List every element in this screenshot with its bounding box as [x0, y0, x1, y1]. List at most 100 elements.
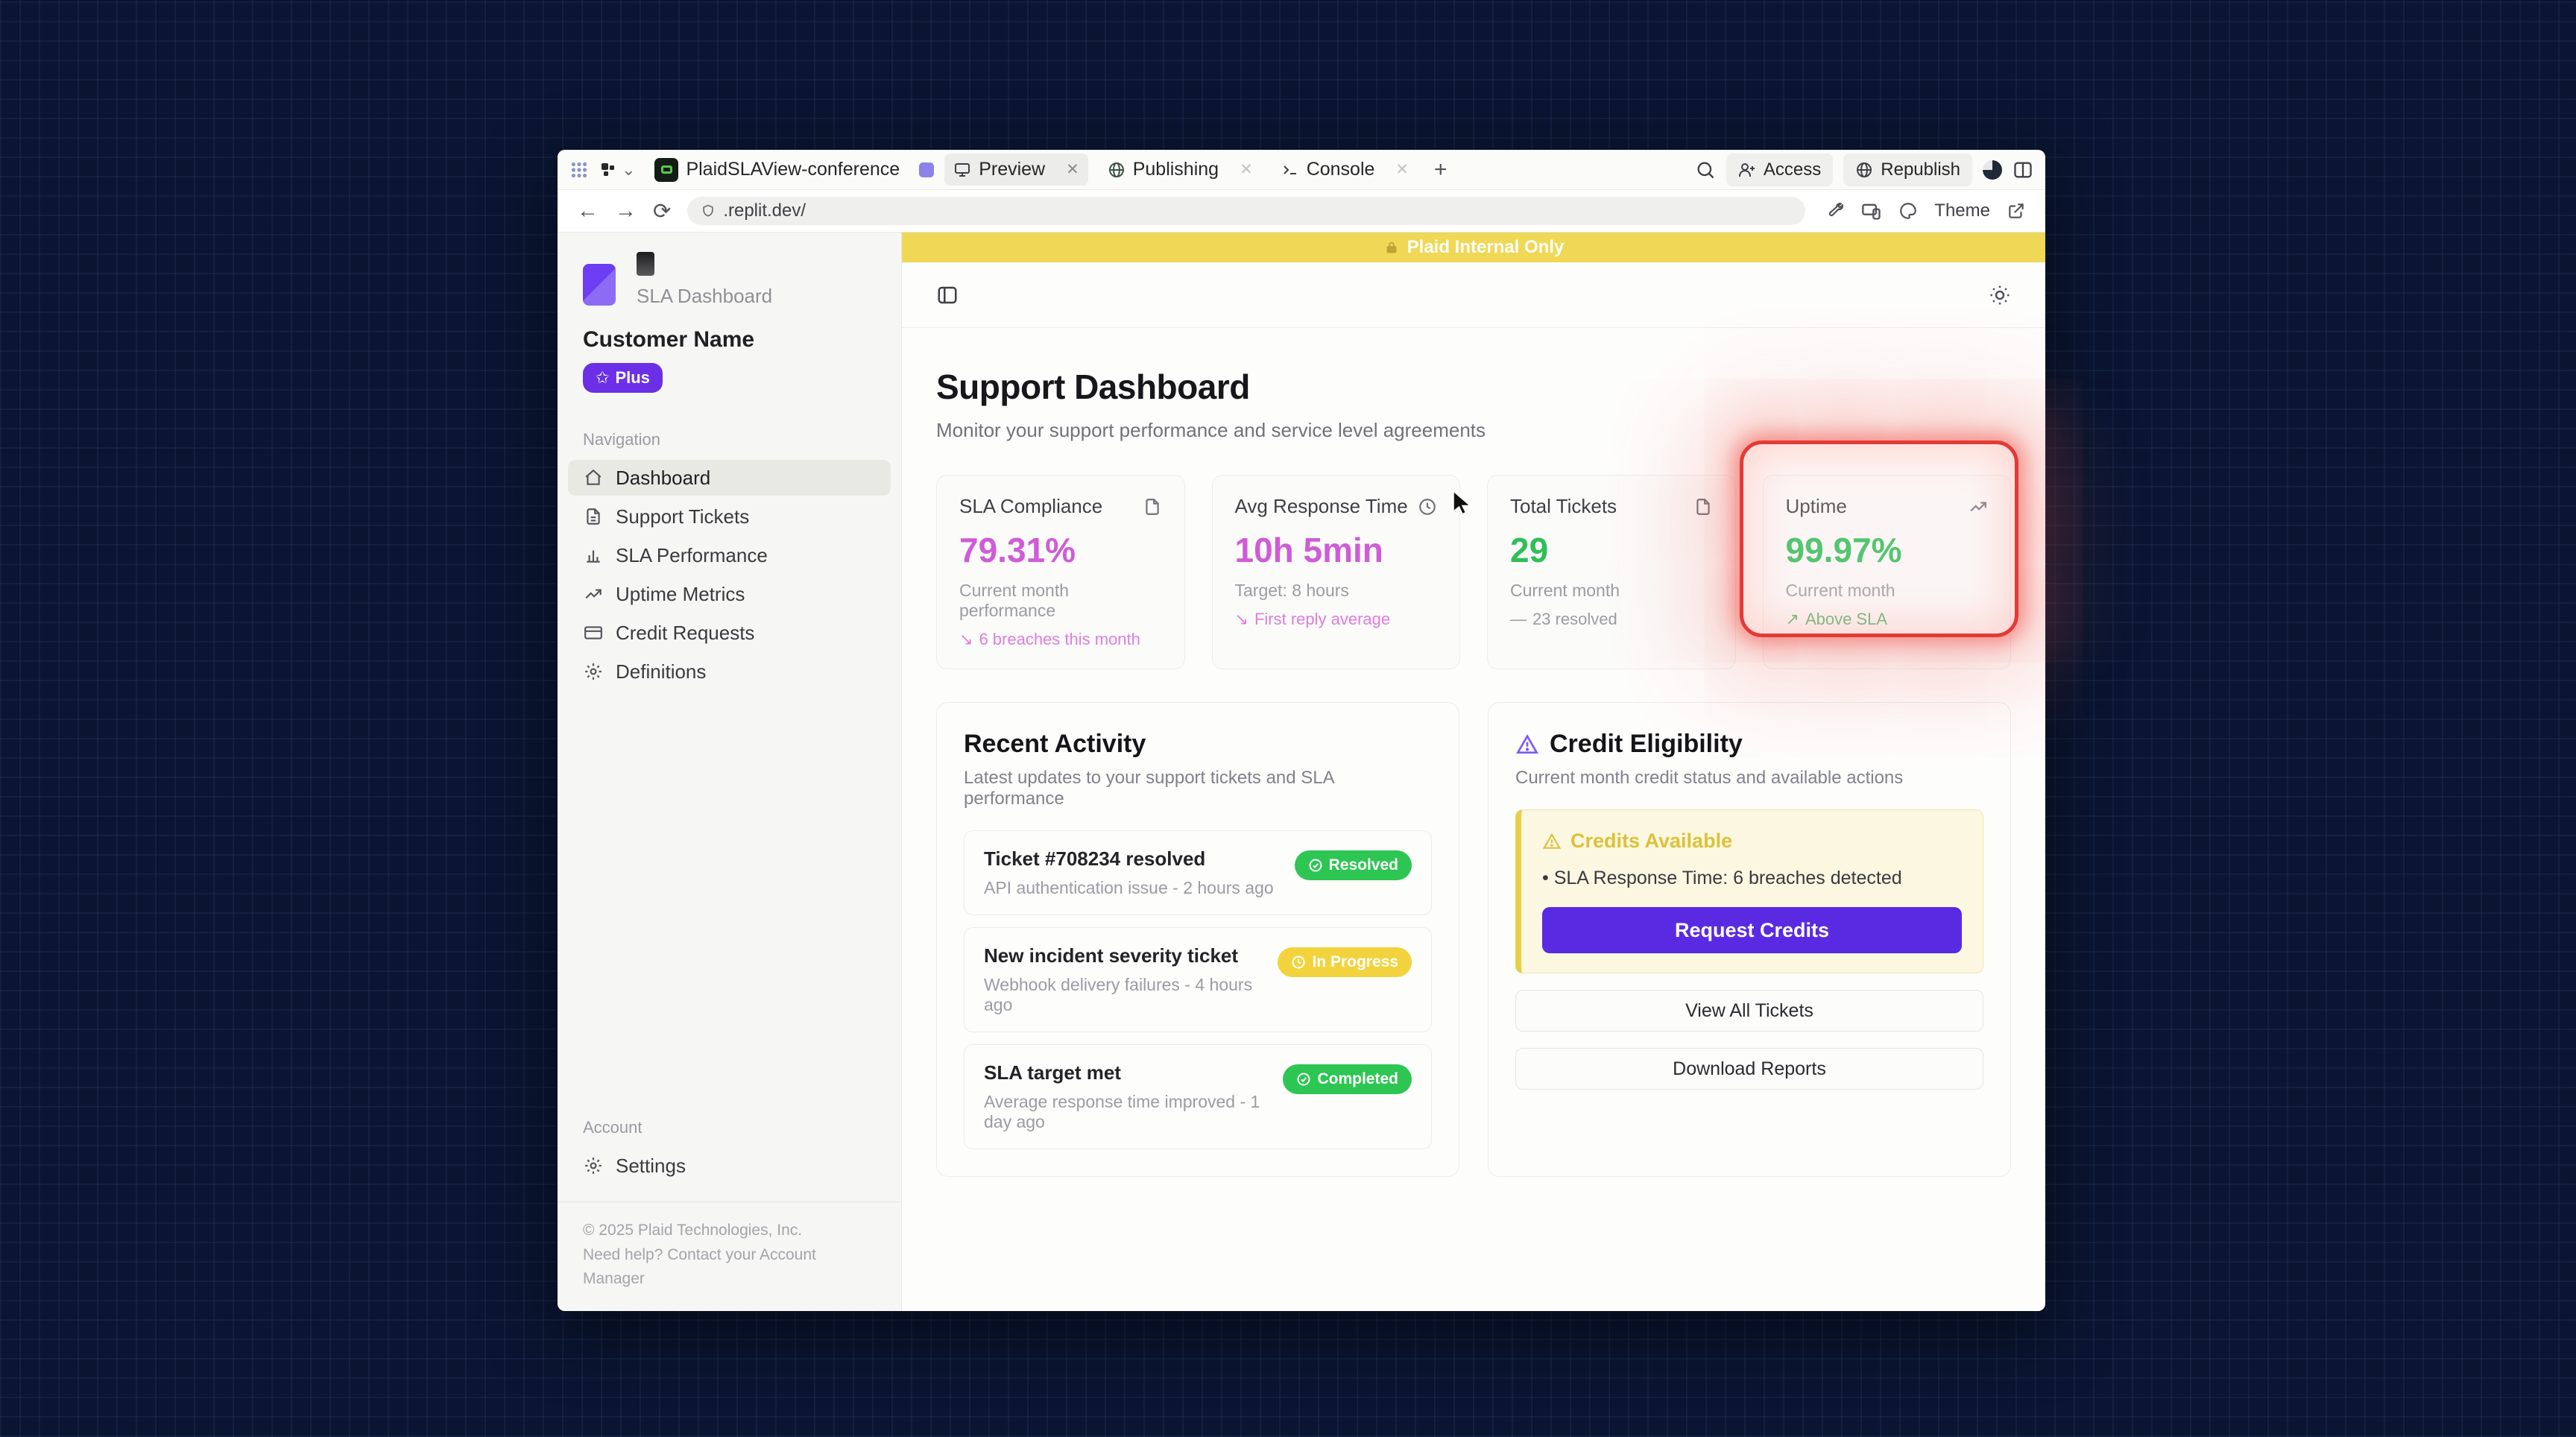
- sidebar-item-label: Uptime Metrics: [616, 583, 745, 606]
- sun-icon[interactable]: [1989, 284, 2011, 306]
- sidebar-item-label: Definitions: [616, 660, 706, 683]
- recent-activity-title: Recent Activity: [964, 730, 1432, 759]
- tab-preview-label: Preview: [979, 159, 1045, 180]
- close-icon[interactable]: ✕: [1066, 160, 1079, 179]
- stat-title: Uptime: [1786, 495, 1847, 518]
- terminal-icon: [1281, 161, 1299, 179]
- app-logo: [583, 264, 616, 306]
- replit-menu-icon[interactable]: [569, 160, 589, 180]
- search-icon[interactable]: [1695, 160, 1716, 180]
- brand-block: SLA Dashboard: [558, 252, 901, 308]
- split-panel-icon[interactable]: [2012, 160, 2033, 180]
- open-external-icon[interactable]: [2007, 201, 2026, 221]
- credit-card-icon: [584, 623, 603, 642]
- view-all-tickets-button[interactable]: View All Tickets: [1515, 990, 1983, 1032]
- forward-icon[interactable]: →: [615, 199, 637, 224]
- status-badge-label: Resolved: [1329, 856, 1398, 874]
- banner-text: Plaid Internal Only: [1407, 237, 1565, 258]
- tab-publishing-label: Publishing: [1133, 159, 1219, 180]
- trend-down-icon: ↘: [1235, 610, 1248, 629]
- access-button[interactable]: Access: [1726, 154, 1833, 186]
- tab-console[interactable]: Console ✕: [1272, 154, 1418, 186]
- sidebar-item-label: SLA Performance: [616, 544, 768, 567]
- workspace-switcher-icon[interactable]: ⌄: [599, 160, 635, 180]
- reload-icon[interactable]: ⟳: [653, 198, 671, 224]
- sidebar-item-definitions[interactable]: Definitions: [568, 654, 891, 689]
- new-tab-icon[interactable]: +: [1428, 157, 1453, 183]
- status-badge-label: Completed: [1317, 1070, 1398, 1088]
- devices-icon[interactable]: [1861, 200, 1882, 221]
- theme-label[interactable]: Theme: [1934, 200, 1990, 221]
- stat-subtext: Current month: [1786, 581, 1989, 601]
- recent-activity-panel: Recent Activity Latest updates to your s…: [936, 702, 1459, 1177]
- sidebar-item-sla-performance[interactable]: SLA Performance: [568, 537, 891, 573]
- activity-desc: Webhook delivery failures - 4 hours ago: [984, 975, 1278, 1015]
- stat-value: 99.97%: [1786, 530, 1989, 570]
- tab-preview[interactable]: Preview ✕: [944, 154, 1088, 186]
- tab-publishing[interactable]: Publishing ✕: [1099, 154, 1262, 186]
- account-section-label: Account: [558, 1118, 901, 1137]
- stat-cards-row: SLA Compliance 79.31% Current month perf…: [936, 475, 2011, 669]
- stat-trend-text: First reply average: [1254, 610, 1390, 629]
- close-icon[interactable]: ✕: [1240, 160, 1253, 179]
- stat-card-avg-response: Avg Response Time 10h 5min Target: 8 hou…: [1212, 475, 1461, 669]
- plan-badge-label: Plus: [615, 368, 649, 388]
- home-icon: [584, 468, 603, 487]
- page-title: Support Dashboard: [936, 367, 2011, 407]
- globe-icon: [1108, 161, 1126, 179]
- address-field[interactable]: .replit.dev/: [687, 197, 1805, 225]
- internal-only-banner: Plaid Internal Only: [902, 233, 2045, 262]
- clock-icon: [1291, 955, 1306, 970]
- credit-eligibility-panel: Credit Eligibility Current month credit …: [1488, 702, 2011, 1177]
- stop-square-icon[interactable]: [919, 162, 934, 177]
- credit-eligibility-title: Credit Eligibility: [1550, 730, 1743, 759]
- stat-card-total-tickets: Total Tickets 29 Current month — 23 res: [1487, 475, 1736, 669]
- tab-console-label: Console: [1307, 159, 1375, 180]
- status-badge: Completed: [1283, 1064, 1412, 1094]
- status-badge: Resolved: [1295, 850, 1412, 880]
- devtools-wrench-icon[interactable]: [1825, 201, 1845, 221]
- status-circle-icon[interactable]: [1983, 160, 2002, 180]
- nav-section-label: Navigation: [558, 430, 901, 449]
- url-text: .replit.dev/: [723, 200, 806, 221]
- close-icon[interactable]: ✕: [1395, 160, 1409, 179]
- trending-up-icon: [1969, 497, 1988, 517]
- publish-globe-icon: [1855, 161, 1873, 179]
- gear-icon: [584, 1156, 603, 1175]
- republish-button[interactable]: Republish: [1843, 154, 1972, 186]
- credits-alert-box: Credits Available • SLA Response Time: 6…: [1515, 809, 1983, 973]
- main-content: Plaid Internal Only Support Dashboard: [902, 233, 2045, 1311]
- brand-thumbnail-icon: [637, 252, 654, 276]
- document-icon: [1693, 497, 1713, 517]
- sidebar-toggle-icon[interactable]: [936, 284, 959, 306]
- credits-alert-title: Credits Available: [1570, 830, 1732, 853]
- person-plus-icon: [1738, 161, 1756, 179]
- sidebar-item-uptime-metrics[interactable]: Uptime Metrics: [568, 576, 891, 612]
- sidebar-item-label: Settings: [616, 1155, 686, 1178]
- browser-tab-strip: ⌄ PlaidSLAView-conference Preview ✕ Publ…: [558, 150, 2045, 190]
- copyright-text: © 2025 Plaid Technologies, Inc.: [583, 1219, 876, 1243]
- sidebar-item-label: Credit Requests: [616, 622, 754, 645]
- sidebar-item-settings[interactable]: Settings: [568, 1148, 891, 1184]
- tab-project[interactable]: PlaidSLAView-conference: [645, 153, 909, 187]
- stat-value: 79.31%: [959, 530, 1162, 570]
- stat-subtext: Target: 8 hours: [1235, 581, 1438, 601]
- stat-subtext: Current month: [1510, 581, 1713, 601]
- sidebar-item-dashboard[interactable]: Dashboard: [568, 460, 891, 496]
- request-credits-button[interactable]: Request Credits: [1542, 907, 1962, 953]
- warning-triangle-icon: [1542, 832, 1562, 851]
- back-icon[interactable]: ←: [577, 199, 599, 224]
- stat-card-uptime: Uptime 99.97% Current month ↗ Above SLA: [1763, 475, 2012, 669]
- sidebar-item-support-tickets[interactable]: Support Tickets: [568, 499, 891, 534]
- credits-alert-detail: • SLA Response Time: 6 breaches detected: [1542, 868, 1962, 889]
- app-header: [902, 262, 2045, 328]
- stat-card-sla-compliance: SLA Compliance 79.31% Current month perf…: [936, 475, 1185, 669]
- stat-trend-text: Above SLA: [1805, 610, 1887, 629]
- activity-item: SLA target met Average response time imp…: [964, 1044, 1432, 1149]
- activity-title: SLA target met: [984, 1061, 1283, 1084]
- activity-item: New incident severity ticket Webhook del…: [964, 927, 1432, 1032]
- sidebar-item-credit-requests[interactable]: Credit Requests: [568, 615, 891, 651]
- theme-palette-icon[interactable]: [1898, 201, 1918, 221]
- recent-activity-subtitle: Latest updates to your support tickets a…: [964, 768, 1432, 809]
- download-reports-button[interactable]: Download Reports: [1515, 1048, 1983, 1090]
